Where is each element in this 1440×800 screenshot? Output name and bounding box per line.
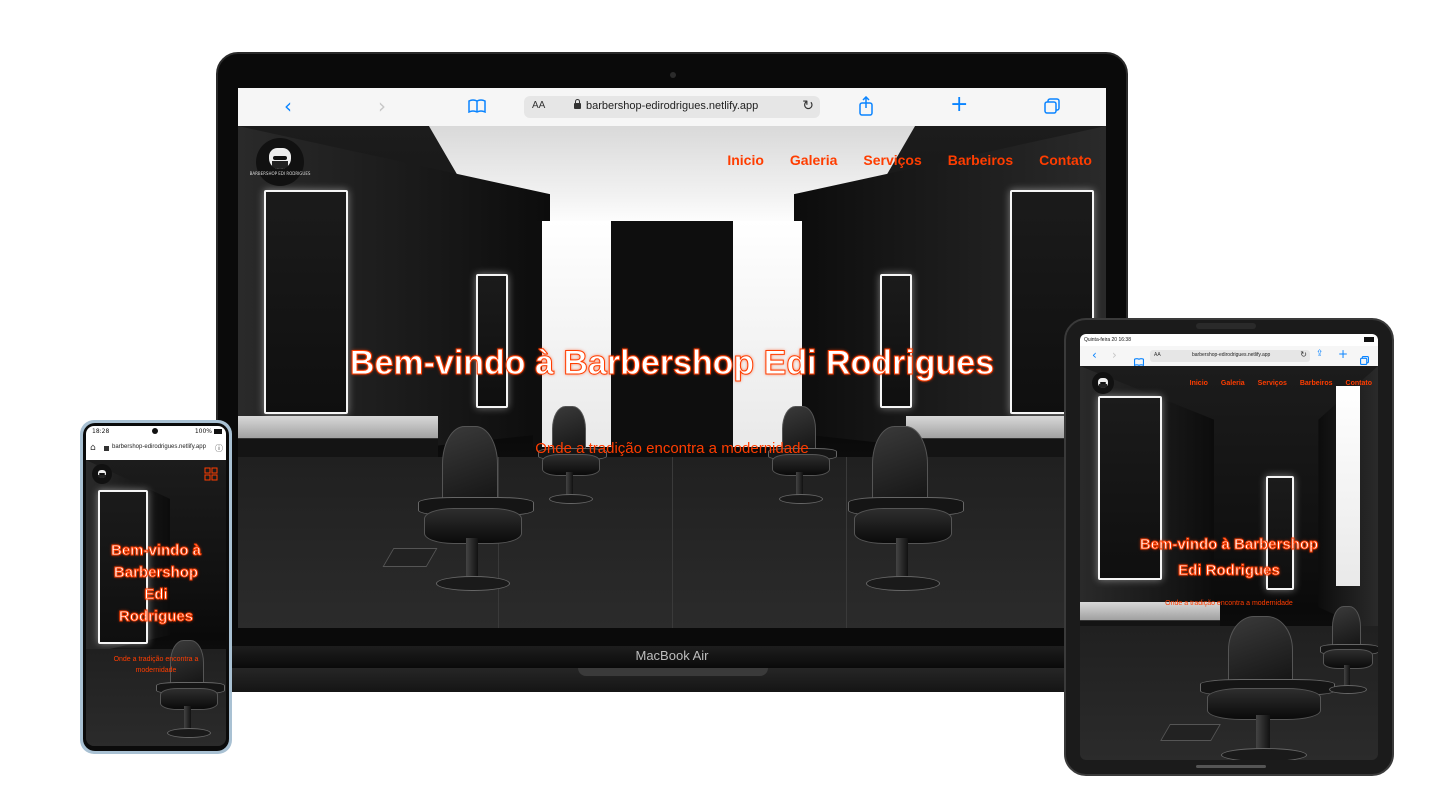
website-viewport: BARBERSHOP EDI RODRIGUES Inicio Galeria … (238, 126, 1106, 628)
tablet-site-nav: Inicio Galeria Serviços Barbeiros Contat… (1190, 380, 1372, 387)
browser-toolbar: ‹ › AA barbershop-edirodrigues.netlify.a… (238, 88, 1106, 127)
phone-title-line: Edi (144, 586, 168, 604)
phone-title-line: Barbershop (113, 564, 199, 582)
phone-hero-subtitle: Onde a tradição encontra a modernidade (86, 654, 226, 676)
laptop-camera (670, 72, 676, 78)
tablet-datetime: Quinta-feira 20 16:38 (1084, 337, 1131, 343)
forward-icon[interactable]: › (378, 94, 386, 118)
reader-button[interactable]: AA (532, 100, 545, 111)
tablet-site-logo[interactable] (1092, 372, 1114, 394)
tablet-camera (1196, 323, 1256, 329)
laptop-model-label: MacBook Air (635, 648, 709, 663)
back-icon[interactable]: ‹ (1092, 348, 1097, 362)
home-icon[interactable]: ⌂ (90, 443, 96, 453)
phone-subtitle-line: Onde a tradição encontra a (113, 656, 199, 663)
nav-galeria[interactable]: Galeria (1221, 380, 1245, 387)
url-text: barbershop-edirodrigues.netlify.app (586, 100, 759, 112)
lock-icon (104, 446, 109, 451)
hero-subtitle: Onde a tradição encontra a modernidade (535, 440, 809, 457)
battery-icon (214, 429, 222, 434)
info-icon[interactable]: ⓘ (215, 443, 223, 454)
forward-icon[interactable]: › (1112, 348, 1117, 362)
reader-button[interactable]: AA (1154, 352, 1161, 358)
reload-icon[interactable]: ↻ (1300, 350, 1307, 359)
bookmarks-icon[interactable] (468, 98, 486, 117)
tablet-browser-toolbar: ‹ › AA barbershop-edirodrigues.netlify.a… (1080, 346, 1378, 367)
phone-site-logo[interactable] (92, 464, 112, 484)
share-icon[interactable]: ⇪ (1316, 349, 1324, 359)
tablet-url: barbershop-edirodrigues.netlify.app (1192, 352, 1271, 358)
share-icon[interactable] (858, 95, 874, 120)
site-logo[interactable]: BARBERSHOP EDI RODRIGUES (250, 138, 310, 186)
lock-icon (574, 99, 581, 109)
phone-battery-text: 100% (194, 428, 212, 435)
phone-url: barbershop-edirodrigues.netlify.app (112, 444, 206, 450)
phone-address-bar[interactable]: ⌂ barbershop-edirodrigues.netlify.app ⓘ (86, 438, 226, 461)
back-icon[interactable]: ‹ (284, 94, 292, 118)
phone-website: Bem-vindo à Barbershop Edi Rodrigues Ond… (86, 460, 226, 746)
phone-title-line: Rodrigues (118, 608, 194, 626)
tablet-title-line: Edi Rodrigues (1178, 562, 1281, 580)
menu-icon[interactable] (204, 466, 218, 481)
tablet-title-line: Bem-vindo à Barbershop (1139, 536, 1319, 554)
barber-face-icon (269, 147, 291, 170)
tablet-hero-subtitle: Onde a tradição encontra a modernidade (1165, 600, 1293, 607)
nav-galeria[interactable]: Galeria (790, 152, 837, 168)
tablet-website: Inicio Galeria Serviços Barbeiros Contat… (1080, 366, 1378, 760)
nav-inicio[interactable]: Inicio (1190, 380, 1208, 387)
phone-title-line: Bem-vindo à (110, 542, 201, 560)
tablet-status-bar: Quinta-feira 20 16:38 (1080, 334, 1378, 346)
laptop-screen: ‹ › AA barbershop-edirodrigues.netlify.a… (238, 88, 1106, 628)
reload-icon[interactable]: ↻ (802, 98, 814, 114)
laptop-notch (578, 668, 768, 676)
nav-inicio[interactable]: Inicio (727, 152, 764, 168)
hero-title: Bem-vindo à Barbershop Edi Rodrigues (349, 344, 995, 383)
tablet-hero-title: Bem-vindo à Barbershop Edi Rodrigues (1080, 532, 1378, 584)
address-bar[interactable]: AA barbershop-edirodrigues.netlify.app ↻ (524, 96, 820, 118)
new-tab-icon[interactable]: + (1338, 347, 1348, 361)
battery-icon (1364, 337, 1374, 342)
phone-camera (152, 428, 158, 434)
phone-subtitle-line: modernidade (135, 667, 177, 674)
phone-screen: 18:28 100% ⌂ barbershop-edirodrigues.net… (86, 426, 226, 746)
logo-text: BARBERSHOP EDI RODRIGUES (249, 171, 311, 177)
nav-contato[interactable]: Contato (1346, 380, 1372, 387)
tabs-icon[interactable] (1044, 98, 1060, 118)
nav-barbeiros[interactable]: Barbeiros (1300, 380, 1333, 387)
phone-hero-title: Bem-vindo à Barbershop Edi Rodrigues (86, 540, 226, 628)
site-nav: Inicio Galeria Serviços Barbeiros Contat… (727, 152, 1092, 168)
new-tab-icon[interactable]: + (950, 92, 968, 117)
phone-time: 18:28 (92, 428, 110, 435)
nav-contato[interactable]: Contato (1039, 152, 1092, 168)
phone-status-bar: 18:28 100% (86, 426, 226, 438)
tablet-screen: Quinta-feira 20 16:38 ‹ › AA barbershop-… (1080, 334, 1378, 760)
tablet-home-indicator (1196, 765, 1266, 768)
nav-barbeiros[interactable]: Barbeiros (948, 152, 1013, 168)
tablet-address-bar[interactable]: AA barbershop-edirodrigues.netlify.app ↻ (1150, 350, 1310, 362)
nav-servicos[interactable]: Serviços (863, 152, 921, 168)
nav-servicos[interactable]: Serviços (1258, 380, 1287, 387)
